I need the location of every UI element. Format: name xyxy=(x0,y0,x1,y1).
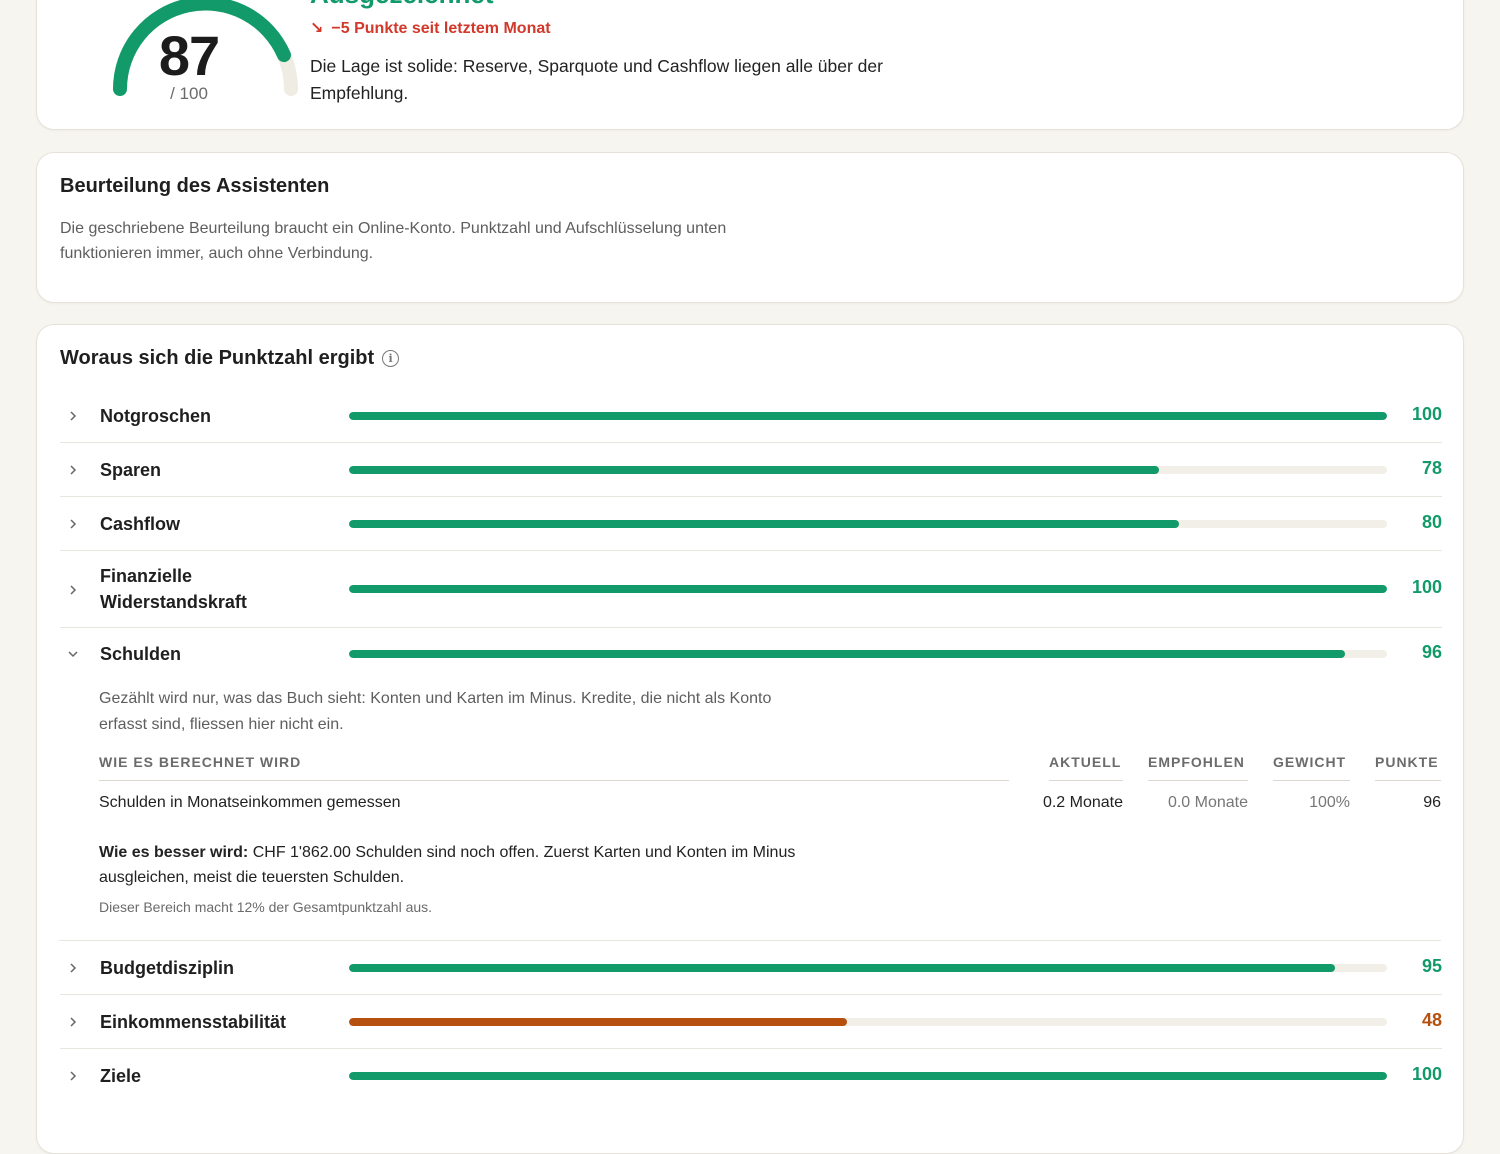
category-bar xyxy=(349,650,1387,658)
category-bar xyxy=(349,1018,1387,1026)
header-underline xyxy=(1148,780,1248,781)
category-bar-fill xyxy=(349,412,1387,420)
category-bar xyxy=(349,1072,1387,1080)
header-underline xyxy=(1375,780,1441,781)
calc-current: 0.2 Monate xyxy=(1042,794,1123,811)
row-divider xyxy=(60,496,1442,497)
category-row[interactable]: Notgroschen 100 xyxy=(60,399,1442,443)
category-label: Schulden xyxy=(100,644,182,664)
score-card: 87 / 100 Ausgezeichnet ↘ −5 Punkte seit l… xyxy=(36,0,1464,130)
category-bar-fill xyxy=(349,585,1387,593)
calc-weight: 100% xyxy=(1309,794,1350,811)
category-bar-fill xyxy=(349,650,1346,658)
category-row-expanded[interactable]: Schulden 96 xyxy=(60,639,1442,679)
trend-text: −5 Punkte seit letztem Monat xyxy=(331,20,551,37)
debt-description: Gezählt wird nur, was das Buch sieht: Ko… xyxy=(99,690,772,733)
chevron-right-icon[interactable] xyxy=(66,961,80,975)
chevron-right-icon[interactable] xyxy=(66,463,80,477)
category-label: Notgroschen xyxy=(100,406,212,426)
chevron-right-icon[interactable] xyxy=(66,1069,80,1083)
category-label: Finanzielle Widerstandskraft xyxy=(100,566,247,612)
category-row[interactable]: Budgetdisziplin 95 xyxy=(60,951,1442,995)
col-header-recommended: EMPFOHLEN xyxy=(1148,754,1245,770)
category-bar-fill xyxy=(349,964,1336,972)
assistant-card: Beurteilung des Assistenten Die geschrie… xyxy=(36,152,1464,303)
score-rating: Ausgezeichnet xyxy=(310,0,494,10)
category-row[interactable]: Finanzielle Widerstandskraft 100 xyxy=(60,561,1442,629)
score-value: 87 xyxy=(158,24,220,87)
score-summary: Die Lage ist solide: Reserve, Sparquote … xyxy=(310,56,883,103)
category-label: Ziele xyxy=(100,1066,142,1086)
score-trend: ↘ −5 Punkte seit letztem Monat xyxy=(310,18,551,38)
assistant-text: Die geschriebene Beurteilung braucht ein… xyxy=(60,220,727,262)
col-header-method: WIE ES BERECHNET WIRD xyxy=(99,754,302,770)
category-bar xyxy=(349,964,1387,972)
category-value: 95 xyxy=(1421,956,1442,976)
category-label: Sparen xyxy=(100,460,162,480)
header-underline xyxy=(99,780,1009,781)
category-row[interactable]: Einkommensstabilität 48 xyxy=(60,1005,1442,1049)
category-bar-fill xyxy=(349,1018,848,1026)
advice-label: Wie es besser wird: xyxy=(99,844,249,861)
category-value: 100 xyxy=(1411,404,1442,424)
info-icon[interactable]: i xyxy=(382,350,400,367)
header-underline xyxy=(1273,780,1350,781)
category-bar-fill xyxy=(349,1072,1387,1080)
category-bar-fill xyxy=(349,520,1180,528)
score-max: / 100 xyxy=(170,84,208,103)
row-divider xyxy=(60,627,1442,628)
breakdown-title: Woraus sich die Punktzahl ergibt i xyxy=(60,347,400,370)
improvement-advice: Wie es besser wird: CHF 1'862.00 Schulde… xyxy=(99,840,819,890)
category-row[interactable]: Cashflow 80 xyxy=(60,507,1442,551)
chevron-right-icon[interactable] xyxy=(66,583,80,597)
row-divider xyxy=(60,550,1442,551)
category-bar xyxy=(349,520,1387,528)
category-bar xyxy=(349,466,1387,474)
category-bar xyxy=(349,585,1387,593)
calc-method: Schulden in Monatseinkommen gemessen xyxy=(99,794,401,811)
score-share-note: Dieser Bereich macht 12% der Gesamtpunkt… xyxy=(99,899,433,915)
category-value: 100 xyxy=(1411,1064,1442,1084)
chevron-down-icon[interactable] xyxy=(66,647,80,661)
category-value: 78 xyxy=(1421,458,1442,478)
col-header-points: PUNKTE xyxy=(1375,754,1439,770)
col-header-current: AKTUELL xyxy=(1049,754,1122,770)
calc-points: 96 xyxy=(1423,794,1441,811)
category-value: 48 xyxy=(1421,1010,1442,1030)
chevron-right-icon[interactable] xyxy=(66,517,80,531)
row-divider xyxy=(60,994,1442,995)
category-value: 96 xyxy=(1421,642,1442,662)
row-divider xyxy=(59,940,1441,941)
category-value: 100 xyxy=(1411,577,1442,597)
category-label: Cashflow xyxy=(100,514,181,534)
category-value: 80 xyxy=(1421,512,1442,532)
row-divider xyxy=(60,1048,1442,1049)
category-bar xyxy=(349,412,1387,420)
chevron-right-icon[interactable] xyxy=(66,409,80,423)
calc-recommended: 0.0 Monate xyxy=(1167,794,1248,811)
category-bar-fill xyxy=(349,466,1159,474)
chevron-right-icon[interactable] xyxy=(66,1015,80,1029)
category-label: Einkommensstabilität xyxy=(100,1012,287,1032)
trend-down-icon: ↘ xyxy=(310,20,324,37)
col-header-weight: GEWICHT xyxy=(1273,754,1347,770)
breakdown-card: Woraus sich die Punktzahl ergibt i Notgro… xyxy=(36,324,1464,1154)
category-label: Budgetdisziplin xyxy=(100,958,234,978)
header-underline xyxy=(1049,780,1123,781)
category-row[interactable]: Ziele 100 xyxy=(60,1059,1442,1103)
category-row[interactable]: Sparen 78 xyxy=(60,453,1442,497)
breakdown-title-text: Woraus sich die Punktzahl ergibt xyxy=(60,347,375,369)
row-divider xyxy=(60,442,1442,443)
assistant-title: Beurteilung des Assistenten xyxy=(60,175,330,197)
